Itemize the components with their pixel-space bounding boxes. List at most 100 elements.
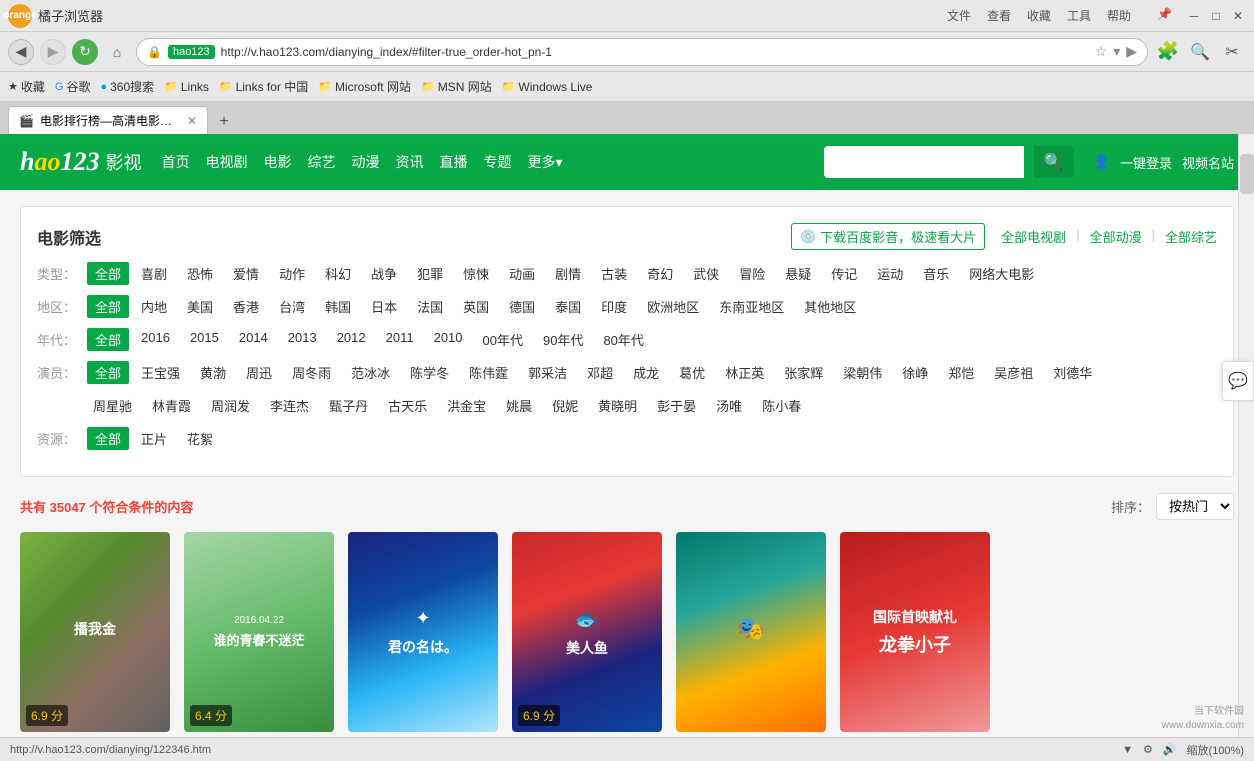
scrollbar[interactable] [1238,134,1254,737]
filter-tag-actor-30[interactable]: 汤唯 [708,394,750,417]
nav-live[interactable]: 直播 [439,152,467,172]
filter-tag-crime[interactable]: 犯罪 [409,262,451,285]
star-icon[interactable]: ☆ [1095,43,1108,60]
filter-tag-2015[interactable]: 2015 [182,328,227,347]
bookmark-windows-live[interactable]: 📁 Windows Live [502,80,593,94]
filter-tag-wuxia[interactable]: 武侠 [685,262,727,285]
filter-tag-actor-6[interactable]: 陈学冬 [402,361,457,384]
menu-view[interactable]: 查看 [983,7,1015,24]
filter-tag-romance[interactable]: 爱情 [225,262,267,285]
extensions-button[interactable]: 🧩 [1154,38,1182,66]
filter-tag-actor-9[interactable]: 邓超 [579,361,621,384]
bookmark-microsoft[interactable]: 📁 Microsoft 网站 [318,78,411,95]
nav-tv[interactable]: 电视剧 [205,152,247,172]
active-tab[interactable]: 🎬 电影排行榜—高清电影院线热... ✕ [8,106,208,134]
filter-tag-uk[interactable]: 英国 [455,295,497,318]
sort-select[interactable]: 按热门 最新 评分 [1156,493,1234,520]
bookmark-favorites[interactable]: ★ 收藏 [8,78,45,95]
filter-tag-actor-15[interactable]: 徐峥 [894,361,936,384]
filter-tag-actor-10[interactable]: 成龙 [625,361,667,384]
filter-tag-actor-27[interactable]: 倪妮 [544,394,586,417]
filter-tag-india[interactable]: 印度 [593,295,635,318]
filter-tag-actor-17[interactable]: 吴彦祖 [986,361,1041,384]
filter-tag-comedy[interactable]: 喜剧 [133,262,175,285]
filter-tag-actor-23[interactable]: 甄子丹 [321,394,376,417]
filter-tag-online[interactable]: 网络大电影 [961,262,1042,285]
filter-tag-actor-21[interactable]: 周润发 [203,394,258,417]
filter-tag-actor-16[interactable]: 郑恺 [940,361,982,384]
filter-tag-2012[interactable]: 2012 [329,328,374,347]
filter-tag-actor-11[interactable]: 葛优 [671,361,713,384]
movie-card-3[interactable]: ✦ 君の名は。 你的名字 [348,532,498,757]
dropdown-icon[interactable]: ▾ [1113,43,1120,60]
menu-help[interactable]: 帮助 [1103,7,1135,24]
filter-tag-actor-5[interactable]: 范冰冰 [343,361,398,384]
login-button[interactable]: 一键登录 [1120,153,1172,172]
filter-tag-actor-8[interactable]: 郭采洁 [520,361,575,384]
tab-close-button[interactable]: ✕ [187,114,197,128]
nav-anime[interactable]: 动漫 [351,152,379,172]
filter-tag-actor-28[interactable]: 黄晓明 [590,394,645,417]
movie-card-5[interactable]: 🎭 所以……和黑粉· [676,532,826,757]
filter-tag-2016[interactable]: 2016 [133,328,178,347]
filter-tag-horror[interactable]: 恐怖 [179,262,221,285]
filter-tag-animation[interactable]: 动画 [501,262,543,285]
address-bar[interactable]: 🔒 hao123 http://v.hao123.com/dianying_in… [136,38,1148,66]
filter-tag-actor-24[interactable]: 古天乐 [380,394,435,417]
bookmark-links-china[interactable]: 📁 Links for 中国 [219,78,308,95]
filter-tag-taiwan[interactable]: 台湾 [271,295,313,318]
filter-tag-actor-19[interactable]: 周星驰 [85,394,140,417]
minimize-button[interactable]: ─ [1186,8,1202,24]
movie-card-2[interactable]: 2016.04.22 谁的青春不迷茫 6.4 分 谁的青春不迷茫 [184,532,334,757]
nav-more[interactable]: 更多▾ [527,152,562,172]
filter-tag-main[interactable]: 正片 [133,427,175,450]
filter-tag-actor-31[interactable]: 陈小春 [754,394,809,417]
filter-tag-germany[interactable]: 德国 [501,295,543,318]
filter-tag-mainland[interactable]: 内地 [133,295,175,318]
filter-tag-france[interactable]: 法国 [409,295,451,318]
filter-tag-2014[interactable]: 2014 [231,328,276,347]
filter-tag-usa[interactable]: 美国 [179,295,221,318]
filter-tag-actor-18[interactable]: 刘德华 [1045,361,1100,384]
filter-tag-80s[interactable]: 80年代 [595,328,651,351]
filter-tag-music[interactable]: 音乐 [915,262,957,285]
filter-tag-other[interactable]: 其他地区 [796,295,864,318]
filter-tag-hongkong[interactable]: 香港 [225,295,267,318]
filter-tag-00s[interactable]: 00年代 [475,328,531,351]
filter-tag-fantasy[interactable]: 奇幻 [639,262,681,285]
more-icon[interactable]: ▶ [1126,43,1137,60]
chat-widget[interactable]: 💬 [1222,361,1254,401]
filter-tag-sports[interactable]: 运动 [869,262,911,285]
nav-special[interactable]: 专题 [483,152,511,172]
filter-tag-all-region[interactable]: 全部 [87,295,129,318]
filter-tag-all-era[interactable]: 全部 [87,328,129,351]
filter-tag-2013[interactable]: 2013 [280,328,325,347]
movie-card-6[interactable]: 国际首映献礼 龙拳小子 龙拳小子 [840,532,990,757]
filter-tag-mystery[interactable]: 悬疑 [777,262,819,285]
filter-tag-actor-12[interactable]: 林正英 [717,361,772,384]
nav-variety[interactable]: 综艺 [307,152,335,172]
filter-tag-ancient[interactable]: 古装 [593,262,635,285]
refresh-button[interactable]: ↻ [72,39,98,65]
filter-tag-actor-2[interactable]: 黄渤 [192,361,234,384]
navigate-down-button[interactable]: ▼ [1122,744,1133,756]
filter-tag-actor-4[interactable]: 周冬雨 [284,361,339,384]
filter-tag-war[interactable]: 战争 [363,262,405,285]
filter-tag-actor-13[interactable]: 张家辉 [776,361,831,384]
back-button[interactable]: ◀ [8,39,34,65]
all-tv-link[interactable]: 全部电视剧 [1001,227,1066,246]
filter-tag-thailand[interactable]: 泰国 [547,295,589,318]
filter-tag-behind[interactable]: 花絮 [179,427,221,450]
maximize-button[interactable]: □ [1208,8,1224,24]
scissors-icon[interactable]: ✂ [1218,38,1246,66]
filter-tag-actor-20[interactable]: 林青霞 [144,394,199,417]
filter-tag-all-type[interactable]: 全部 [87,262,129,285]
search-button[interactable]: 🔍 [1034,146,1074,178]
filter-tag-scifi[interactable]: 科幻 [317,262,359,285]
filter-tag-adventure[interactable]: 冒险 [731,262,773,285]
filter-tag-europe[interactable]: 欧洲地区 [639,295,707,318]
bookmark-360[interactable]: ● 360搜索 [100,78,154,95]
nav-home[interactable]: 首页 [161,152,189,172]
movie-card-1[interactable]: 播我金 6.9 分 我不是潘金莲 [20,532,170,757]
search-input[interactable] [824,146,1024,178]
